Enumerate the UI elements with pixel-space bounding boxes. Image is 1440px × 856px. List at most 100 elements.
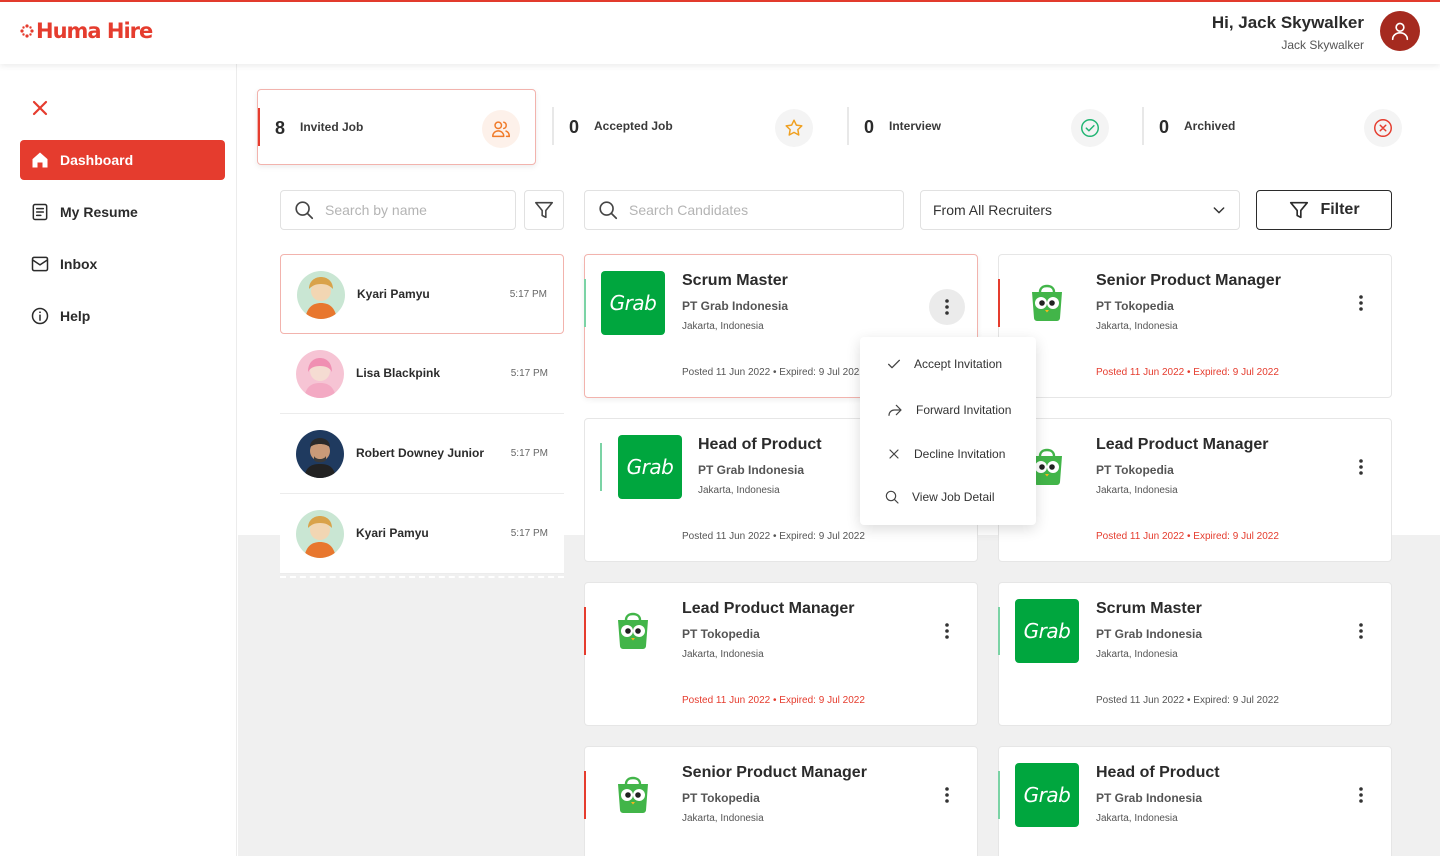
sidebar-item-my-resume[interactable]: My Resume bbox=[20, 192, 225, 232]
menu-item-view-job-detail[interactable]: View Job Detail bbox=[860, 482, 1036, 512]
document-icon bbox=[32, 203, 48, 221]
stat-label: Accepted Job bbox=[594, 119, 673, 133]
check-icon bbox=[888, 359, 900, 369]
job-location: Jakarta, Indonesia bbox=[1096, 485, 1178, 496]
search-placeholder: Search Candidates bbox=[629, 202, 749, 218]
menu-item-forward-invitation[interactable]: Forward Invitation bbox=[860, 395, 1036, 425]
card-accent-bar bbox=[584, 771, 586, 819]
sidebar-item-dashboard[interactable]: Dashboard bbox=[20, 140, 225, 180]
candidate-list-item[interactable]: Lisa Blackpink 5:17 PM bbox=[280, 334, 564, 414]
job-menu-button[interactable] bbox=[935, 619, 959, 643]
job-card[interactable]: Lead Product Manager PT Tokopedia Jakart… bbox=[584, 582, 978, 726]
candidate-name: Kyari Pamyu bbox=[356, 526, 429, 540]
mail-icon bbox=[31, 256, 49, 272]
grab-logo-text: Grab bbox=[626, 455, 674, 479]
stat-divider bbox=[1142, 107, 1144, 145]
job-company: PT Grab Indonesia bbox=[1096, 627, 1203, 641]
job-location: Jakarta, Indonesia bbox=[1096, 321, 1178, 332]
stat-count: 8 bbox=[275, 118, 286, 138]
candidate-list-item[interactable]: Kyari Pamyu 5:17 PM bbox=[280, 254, 564, 334]
menu-item-label: Decline Invitation bbox=[914, 447, 1006, 461]
user-avatar[interactable] bbox=[1380, 11, 1420, 51]
tokopedia-logo bbox=[1015, 271, 1079, 335]
stat-accepted-job[interactable]: 0 Accepted Job bbox=[552, 89, 831, 165]
stat-count: 0 bbox=[569, 117, 580, 137]
stat-archived[interactable]: 0 Archived bbox=[1142, 89, 1421, 165]
candidate-avatar bbox=[296, 430, 344, 478]
search-candidates-input[interactable]: Search Candidates bbox=[584, 190, 904, 230]
job-card[interactable]: Lead Product Manager PT Tokopedia Jakart… bbox=[998, 418, 1392, 562]
job-title: Lead Product Manager bbox=[1096, 436, 1269, 453]
more-vertical-icon bbox=[945, 787, 949, 803]
job-card[interactable]: Grab Scrum Master PT Grab Indonesia Jaka… bbox=[998, 582, 1392, 726]
filter-button-label: Filter bbox=[1320, 201, 1360, 218]
stat-label: Interview bbox=[889, 119, 942, 133]
card-accent-bar bbox=[998, 607, 1000, 655]
job-menu-button[interactable] bbox=[1349, 455, 1373, 479]
job-menu-button[interactable] bbox=[935, 783, 959, 807]
job-location: Jakarta, Indonesia bbox=[1096, 649, 1178, 660]
close-sidebar-icon[interactable] bbox=[31, 99, 49, 117]
star-icon bbox=[775, 109, 813, 147]
job-title: Head of Product bbox=[698, 436, 822, 453]
sidebar-item-label: My Resume bbox=[60, 204, 138, 220]
candidate-list-item[interactable]: Robert Downey Junior 5:17 PM bbox=[280, 414, 564, 494]
recruiter-select-value: From All Recruiters bbox=[933, 202, 1053, 218]
huma-hire-logo[interactable]: Huma Hire bbox=[20, 19, 153, 43]
close-icon bbox=[889, 449, 899, 459]
user-icon bbox=[1391, 22, 1409, 41]
job-menu-button[interactable] bbox=[1349, 619, 1373, 643]
job-card[interactable]: Grab Head of Product PT Grab Indonesia J… bbox=[998, 746, 1392, 856]
job-menu-button[interactable] bbox=[1349, 291, 1373, 315]
candidate-avatar bbox=[296, 350, 344, 398]
more-vertical-icon bbox=[1359, 295, 1363, 311]
stat-invited-job[interactable]: 8 Invited Job bbox=[257, 89, 536, 165]
candidate-list-item[interactable]: Kyari Pamyu 5:17 PM bbox=[280, 494, 564, 574]
candidate-time: 5:17 PM bbox=[510, 528, 548, 539]
sidebar-item-inbox[interactable]: Inbox bbox=[20, 244, 225, 284]
grab-logo: Grab bbox=[1015, 599, 1079, 663]
candidate-time: 5:17 PM bbox=[510, 368, 548, 379]
candidate-filter-button[interactable] bbox=[524, 190, 564, 230]
user-greeting: Hi, Jack Skywalker bbox=[1211, 13, 1364, 32]
job-card[interactable]: Senior Product Manager PT Tokopedia Jaka… bbox=[584, 746, 978, 856]
forward-icon bbox=[888, 404, 902, 416]
stat-interview[interactable]: 0 Interview bbox=[847, 89, 1126, 165]
recruiter-select[interactable]: From All Recruiters bbox=[920, 190, 1240, 230]
job-company: PT Grab Indonesia bbox=[682, 299, 789, 313]
more-vertical-icon bbox=[1359, 623, 1363, 639]
job-company: PT Tokopedia bbox=[682, 791, 760, 805]
user-name-sub: Jack Skywalker bbox=[1281, 38, 1364, 52]
search-by-name-input[interactable]: Search by name bbox=[280, 190, 516, 230]
more-vertical-icon bbox=[945, 299, 949, 315]
job-title: Lead Product Manager bbox=[682, 600, 855, 617]
tokopedia-logo bbox=[601, 599, 665, 663]
stat-accent-bar bbox=[258, 108, 260, 146]
grab-logo-text: Grab bbox=[609, 291, 657, 315]
job-card[interactable]: Senior Product Manager PT Tokopedia Jaka… bbox=[998, 254, 1392, 398]
job-dates: Posted 11 Jun 2022 • Expired: 9 Jul 2022 bbox=[1096, 695, 1279, 706]
menu-item-label: View Job Detail bbox=[912, 490, 995, 504]
sidebar-item-label: Help bbox=[60, 308, 91, 324]
job-dates: Posted 11 Jun 2022 • Expired: 9 Jul 2022 bbox=[682, 695, 865, 706]
job-dates: Posted 11 Jun 2022 • Expired: 9 Jul 2022 bbox=[682, 367, 865, 378]
grab-logo-text: Grab bbox=[1023, 783, 1071, 807]
sidebar-item-label: Inbox bbox=[60, 256, 98, 272]
menu-item-accept-invitation[interactable]: Accept Invitation bbox=[860, 349, 1036, 379]
candidate-name: Kyari Pamyu bbox=[357, 287, 430, 301]
job-location: Jakarta, Indonesia bbox=[682, 813, 764, 824]
filter-button[interactable]: Filter bbox=[1256, 190, 1392, 230]
card-accent-bar bbox=[600, 443, 602, 491]
menu-item-decline-invitation[interactable]: Decline Invitation bbox=[860, 439, 1036, 469]
job-menu-button[interactable] bbox=[929, 289, 965, 325]
job-title: Head of Product bbox=[1096, 764, 1220, 781]
users-icon bbox=[482, 110, 520, 148]
sidebar-item-label: Dashboard bbox=[60, 152, 134, 168]
card-accent-bar bbox=[584, 607, 586, 655]
job-company: PT Tokopedia bbox=[682, 627, 760, 641]
job-menu-button[interactable] bbox=[1349, 783, 1373, 807]
card-accent-bar bbox=[584, 279, 586, 327]
sidebar-item-help[interactable]: Help bbox=[20, 296, 225, 336]
stat-count: 0 bbox=[1159, 117, 1170, 137]
grab-logo-text: Grab bbox=[1023, 619, 1071, 643]
